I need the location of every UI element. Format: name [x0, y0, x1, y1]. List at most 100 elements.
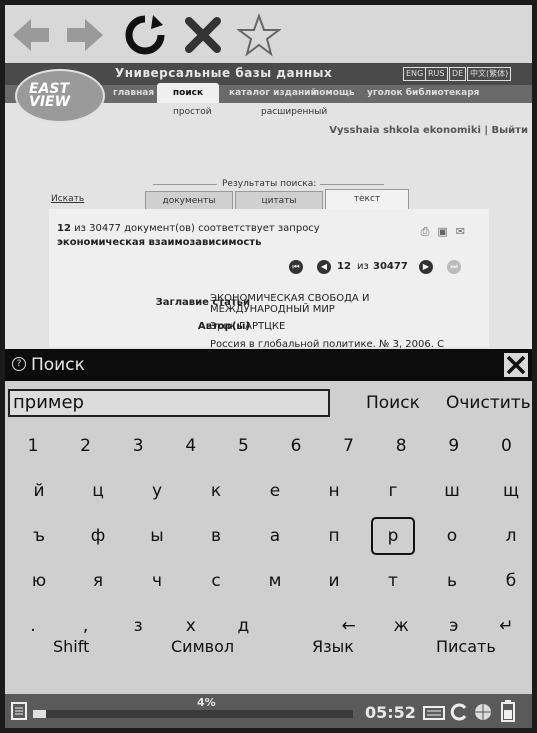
- key-3-3[interactable]: с: [194, 562, 238, 600]
- key-3-7[interactable]: ь: [430, 562, 474, 600]
- key-3-8[interactable]: б: [489, 562, 532, 600]
- help-icon[interactable]: ?: [12, 357, 26, 371]
- key-0-7[interactable]: 8: [379, 427, 423, 465]
- last-page-icon[interactable]: ⏭: [447, 260, 461, 274]
- lang-zh[interactable]: 中文(繁体): [467, 67, 512, 81]
- key-2-4[interactable]: а: [253, 517, 297, 555]
- first-page-icon[interactable]: ⏮: [289, 260, 303, 274]
- subnav-simple[interactable]: простой: [173, 107, 212, 117]
- menu-icon[interactable]: [11, 702, 27, 720]
- search-link[interactable]: Искать: [51, 194, 84, 204]
- key-1-1[interactable]: ц: [76, 472, 120, 510]
- search-input[interactable]: пример: [8, 389, 330, 417]
- clock: 05:52: [365, 703, 416, 722]
- key-1-4[interactable]: е: [253, 472, 297, 510]
- bookmark-star-icon[interactable]: [236, 13, 282, 57]
- clear-button[interactable]: Очистить: [446, 393, 531, 413]
- email-icon[interactable]: ✉: [456, 225, 473, 238]
- stop-icon[interactable]: [181, 13, 225, 57]
- dialog-title: Поиск: [31, 355, 85, 375]
- nav-help[interactable]: помощь: [313, 88, 355, 98]
- author-value[interactable]: Эрик ГАРТЦКЕ: [210, 321, 440, 332]
- tab-text[interactable]: текст: [325, 189, 409, 210]
- close-icon: [506, 355, 526, 375]
- rotate-icon[interactable]: [449, 702, 469, 722]
- refresh-icon[interactable]: [123, 13, 167, 57]
- key-2-7[interactable]: о: [430, 517, 474, 555]
- key-0-0[interactable]: 1: [11, 427, 55, 465]
- results-label: Результаты поиска:: [222, 179, 317, 189]
- key-1-2[interactable]: у: [135, 472, 179, 510]
- page-progress-bar: [33, 710, 353, 718]
- subnav-advanced[interactable]: расширенный: [261, 107, 327, 117]
- print-icon[interactable]: ⎙: [421, 225, 438, 238]
- key-1-8[interactable]: щ: [489, 472, 532, 510]
- web-page: Универсальные базы данных ENG RUS DE 中文(…: [5, 63, 532, 349]
- result-summary-text: из 30477 документ(ов) соответствует запр…: [74, 223, 320, 234]
- key-3-5[interactable]: и: [312, 562, 356, 600]
- key-4-2[interactable]: з: [116, 607, 160, 645]
- key-2-2[interactable]: ы: [135, 517, 179, 555]
- key-1-7[interactable]: ш: [430, 472, 474, 510]
- key-1-0[interactable]: й: [17, 472, 61, 510]
- pager-total: 30477: [373, 261, 408, 272]
- pager: ⏮ ◀ 12 из 30477 ▶ ⏭: [289, 259, 489, 277]
- key-0-5[interactable]: 6: [274, 427, 318, 465]
- key-1-6[interactable]: г: [371, 472, 415, 510]
- next-page-icon[interactable]: ▶: [419, 260, 433, 274]
- key-2-8[interactable]: л: [489, 517, 532, 555]
- key-1-5[interactable]: н: [312, 472, 356, 510]
- nav-home[interactable]: главная: [113, 88, 154, 98]
- key-3-4[interactable]: м: [253, 562, 297, 600]
- key-1-3[interactable]: к: [194, 472, 238, 510]
- tab-documents[interactable]: документы: [145, 191, 233, 210]
- nav-search[interactable]: поиск: [157, 83, 219, 103]
- key-0-1[interactable]: 2: [64, 427, 108, 465]
- key-4-0[interactable]: .: [11, 607, 55, 645]
- symbol-key[interactable]: Символ: [171, 637, 234, 656]
- pager-current: 12: [337, 261, 351, 272]
- key-2-3[interactable]: в: [194, 517, 238, 555]
- article-title-value[interactable]: ЭКОНОМИЧЕСКАЯ СВОБОДА И МЕЖДУНАРОДНЫЙ МИ…: [210, 293, 440, 315]
- key-0-8[interactable]: 9: [432, 427, 476, 465]
- status-bar: 4% 05:52: [5, 694, 532, 728]
- tab-citations[interactable]: цитаты: [235, 191, 323, 210]
- nav-librarian[interactable]: уголок библиотекаря: [367, 88, 479, 98]
- search-button[interactable]: Поиск: [366, 393, 420, 413]
- language-key[interactable]: Язык: [312, 637, 354, 656]
- divider-left: [153, 184, 217, 185]
- key-3-0[interactable]: ю: [17, 562, 61, 600]
- shift-key[interactable]: Shift: [53, 637, 89, 656]
- keyboard-icon[interactable]: [423, 703, 445, 721]
- key-3-6[interactable]: т: [371, 562, 415, 600]
- key-2-5[interactable]: п: [312, 517, 356, 555]
- key-2-6[interactable]: р: [371, 517, 415, 555]
- prev-page-icon[interactable]: ◀: [317, 260, 331, 274]
- banner-title: Универсальные базы данных: [115, 66, 333, 80]
- nav-catalog[interactable]: каталог изданий: [229, 88, 317, 98]
- source-partial: Россия в глобальной политике. № 3, 2006.…: [210, 339, 445, 349]
- lang-eng[interactable]: ENG: [403, 67, 427, 81]
- network-icon[interactable]: [473, 702, 493, 722]
- key-0-2[interactable]: 3: [116, 427, 160, 465]
- lang-de[interactable]: DE: [449, 67, 467, 81]
- pager-of: из: [357, 261, 369, 272]
- key-0-3[interactable]: 4: [169, 427, 213, 465]
- key-3-2[interactable]: ч: [135, 562, 179, 600]
- key-2-1[interactable]: ф: [76, 517, 120, 555]
- key-0-6[interactable]: 7: [327, 427, 371, 465]
- key-2-0[interactable]: ъ: [17, 517, 61, 555]
- save-icon[interactable]: ▣: [437, 225, 455, 238]
- browser-toolbar: [5, 5, 532, 63]
- key-0-9[interactable]: 0: [484, 427, 528, 465]
- result-actions: ⎙▣✉: [421, 225, 473, 239]
- write-key[interactable]: Писать: [436, 637, 496, 656]
- forward-arrow-icon[interactable]: [63, 13, 107, 57]
- institution-label[interactable]: Vysshaia shkola ekonomiki | Выйти: [329, 125, 528, 136]
- close-button[interactable]: [504, 353, 528, 377]
- key-4-7[interactable]: ж: [379, 607, 423, 645]
- lang-rus[interactable]: RUS: [425, 67, 448, 81]
- key-3-1[interactable]: я: [76, 562, 120, 600]
- back-arrow-icon[interactable]: [9, 13, 53, 57]
- key-0-4[interactable]: 5: [221, 427, 265, 465]
